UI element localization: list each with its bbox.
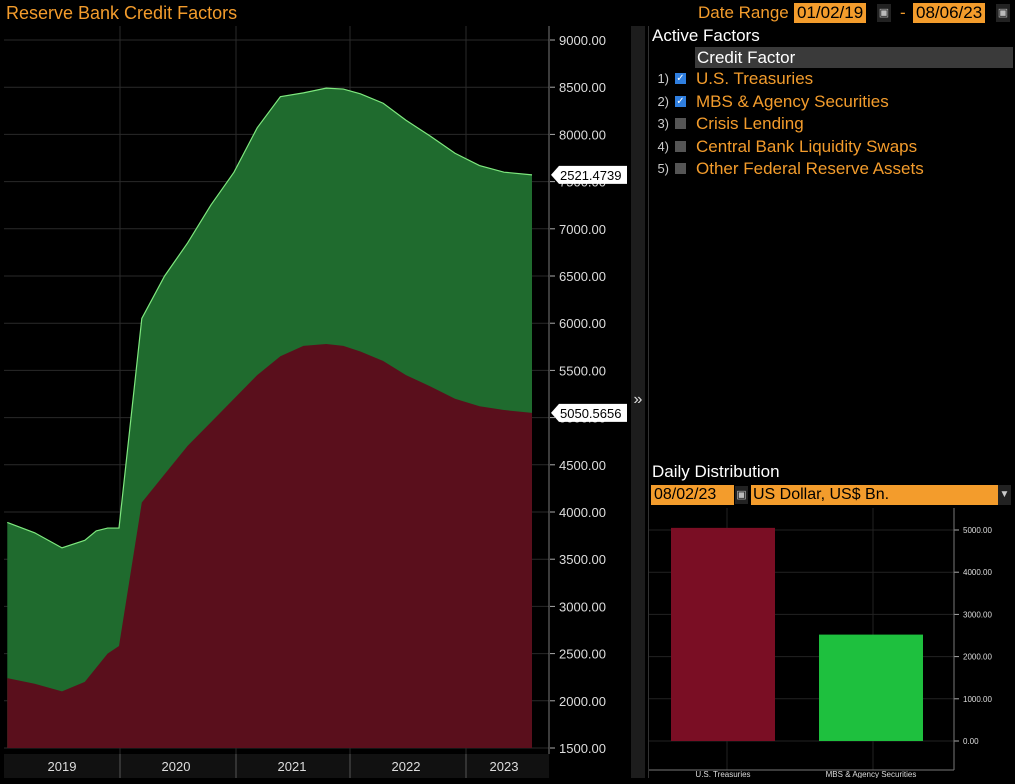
factor-number: 4): [657, 138, 669, 154]
factor-label: MBS & Agency Securities: [696, 91, 889, 111]
bar-y-tick-label: 4000.00: [963, 568, 992, 577]
page-title: Reserve Bank Credit Factors: [6, 3, 238, 23]
bar-x-tick-label: U.S. Treasuries: [695, 770, 750, 778]
calendar-icon[interactable]: ▣: [735, 486, 748, 504]
y-tick-label: 3500.00: [559, 552, 606, 567]
y-tick-label: 4500.00: [559, 458, 606, 473]
value-marker-label: 2521.4739: [560, 168, 621, 183]
value-marker: 2521.4739: [551, 165, 627, 184]
factor-checkbox[interactable]: [675, 118, 686, 129]
factor-label: Other Federal Reserve Assets: [696, 159, 924, 178]
factor-number: 5): [657, 161, 669, 176]
factor-label: Central Bank Liquidity Swaps: [696, 136, 918, 156]
x-tick-label: 2020: [162, 759, 191, 774]
currency-select[interactable]: US Dollar, US$ Bn.: [751, 485, 998, 505]
x-tick-label: 2019: [48, 759, 77, 774]
factor-checkbox[interactable]: ✓: [675, 95, 686, 107]
x-tick-label: 2022: [392, 759, 421, 774]
end-date-input[interactable]: 08/06/23: [913, 3, 986, 23]
factor-number: 1): [657, 71, 669, 86]
y-tick-label: 8000.00: [559, 127, 606, 142]
y-tick-label: 5500.00: [559, 363, 606, 378]
factor-row[interactable]: 2) ✓ MBS & Agency Securities: [649, 91, 1011, 113]
bar-y-tick-label: 5000.00: [963, 526, 992, 535]
factor-checkbox[interactable]: [675, 163, 686, 174]
bar-y-tick-label: 1000.00: [963, 695, 992, 704]
factor-row[interactable]: 3) Crisis Lending: [649, 113, 1011, 135]
y-tick-label: 8500.00: [559, 80, 606, 95]
chevron-down-icon[interactable]: ▼: [998, 485, 1011, 505]
factor-row[interactable]: 5) Other Federal Reserve Assets: [649, 158, 1011, 180]
factor-label: U.S. Treasuries: [696, 69, 814, 88]
calendar-icon[interactable]: ▣: [996, 4, 1010, 22]
y-tick-label: 1500.00: [559, 741, 606, 756]
bar-y-tick-label: 3000.00: [963, 610, 992, 619]
start-date-input[interactable]: 01/02/19: [794, 3, 867, 23]
y-tick-label: 6000.00: [559, 316, 606, 331]
factor-number: 2): [657, 93, 669, 109]
panel-splitter[interactable]: »: [631, 26, 645, 778]
factor-checkbox[interactable]: [675, 140, 686, 152]
x-tick-label: 2023: [490, 759, 519, 774]
y-tick-label: 6500.00: [559, 269, 606, 284]
bar-x-tick-label: MBS & Agency Securities: [826, 770, 917, 778]
bar-y-tick-label: 0.00: [963, 737, 979, 746]
y-tick-label: 9000.00: [559, 33, 606, 48]
expand-icon: »: [633, 391, 643, 408]
bar-y-tick-label: 2000.00: [963, 653, 992, 662]
factor-row[interactable]: 4) Central Bank Liquidity Swaps: [649, 136, 1011, 158]
distribution-bar-chart: 5000.00 4000.00 3000.00 2000.00 1000.00 0.00 U…: [649, 508, 992, 778]
x-axis-band: [4, 754, 549, 778]
factor-row[interactable]: 1) ✓ U.S. Treasuries: [649, 68, 1011, 90]
factor-label: Crisis Lending: [696, 114, 804, 133]
y-tick-label: 3000.00: [559, 599, 606, 614]
credit-factor-header: Credit Factor: [695, 47, 1013, 68]
y-tick-label: 7000.00: [559, 222, 606, 237]
active-factors-title: Active Factors: [652, 26, 760, 45]
date-separator: -: [900, 3, 906, 22]
main-area-chart[interactable]: 9000.008500.008000.007500.007000.006500.…: [4, 26, 631, 778]
y-tick-label: 2500.00: [559, 647, 606, 662]
value-marker-label: 5050.5656: [560, 406, 621, 421]
calendar-icon[interactable]: ▣: [877, 4, 891, 22]
factor-checkbox[interactable]: ✓: [675, 73, 686, 84]
x-tick-label: 2021: [278, 759, 307, 774]
y-tick-label: 4000.00: [559, 505, 606, 520]
active-factors-panel: Active Factors Credit Factor 1) ✓ U.S. Tre…: [648, 26, 1013, 462]
daily-distribution-panel: Daily Distribution 08/02/23 ▣ US Dollar,…: [648, 462, 1011, 778]
bar: [819, 634, 923, 741]
y-tick-label: 2000.00: [559, 694, 606, 709]
daily-distribution-title: Daily Distribution: [652, 462, 780, 481]
factor-number: 3): [657, 116, 669, 131]
distribution-date-input[interactable]: 08/02/23: [651, 485, 734, 505]
value-marker: 5050.5656: [551, 403, 627, 422]
bar: [671, 527, 775, 741]
date-range-label: Date Range: [698, 3, 789, 22]
